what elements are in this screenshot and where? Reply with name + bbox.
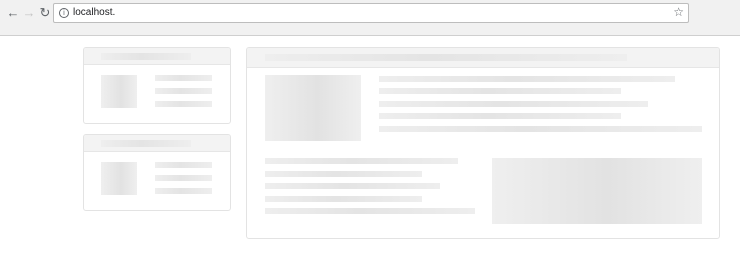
forward-icon[interactable]: → bbox=[21, 5, 37, 21]
skeleton-line bbox=[379, 101, 648, 107]
skeleton-thumbnail bbox=[101, 75, 137, 108]
skeleton-line bbox=[265, 196, 422, 202]
card-header bbox=[247, 48, 719, 68]
skeleton-line bbox=[265, 171, 422, 177]
skeleton-line bbox=[265, 183, 440, 189]
card-header bbox=[84, 48, 230, 65]
skeleton-line bbox=[379, 126, 702, 132]
skeleton-thumbnail bbox=[101, 162, 137, 195]
bookmark-star-icon[interactable]: ☆ bbox=[673, 5, 684, 19]
reload-icon[interactable]: ↻ bbox=[37, 5, 53, 21]
url-text[interactable]: localhost. bbox=[73, 7, 115, 18]
skeleton-line bbox=[155, 162, 212, 168]
skeleton-main-card bbox=[246, 47, 720, 239]
skeleton-card-2 bbox=[83, 134, 231, 211]
skeleton-title-bar bbox=[101, 53, 191, 60]
skeleton-line bbox=[155, 88, 212, 94]
skeleton-line bbox=[265, 158, 458, 164]
browser-toolbar: ← → ↻ i localhost. ☆ bbox=[0, 0, 740, 36]
skeleton-image bbox=[265, 75, 361, 141]
skeleton-line bbox=[265, 208, 475, 214]
skeleton-line bbox=[379, 113, 621, 119]
skeleton-line bbox=[379, 76, 675, 82]
skeleton-line bbox=[379, 88, 621, 94]
skeleton-title-bar bbox=[265, 54, 627, 61]
back-icon[interactable]: ← bbox=[5, 5, 21, 21]
skeleton-card-1 bbox=[83, 47, 231, 124]
skeleton-line bbox=[155, 175, 212, 181]
skeleton-line bbox=[155, 75, 212, 81]
skeleton-line bbox=[155, 101, 212, 107]
skeleton-title-bar bbox=[101, 140, 191, 147]
info-icon[interactable]: i bbox=[59, 8, 69, 18]
skeleton-image bbox=[492, 158, 702, 224]
skeleton-line bbox=[155, 188, 212, 194]
address-bar[interactable]: i localhost. ☆ bbox=[53, 3, 689, 23]
card-header bbox=[84, 135, 230, 152]
